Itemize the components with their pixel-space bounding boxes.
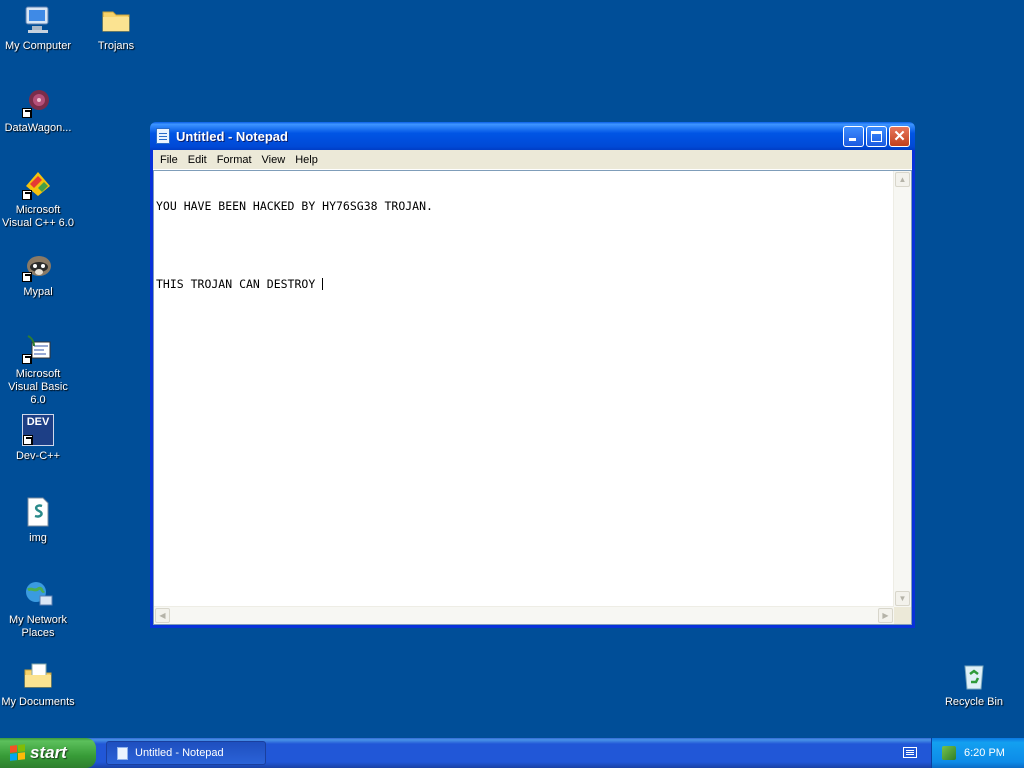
desktop-icon-my-computer[interactable]: My Computer [0,4,76,53]
desktop-icon-label: My Documents [1,696,75,708]
visual-cpp-icon [22,168,54,200]
desktop-icon-label: My Network Places [8,614,68,639]
window-controls: ✕ [843,126,910,147]
horizontal-scrollbar[interactable]: ◀ ▶ [154,606,894,624]
notepad-icon [117,746,128,760]
desktop-icon-img[interactable]: img [0,496,76,545]
maximize-icon [871,131,882,142]
scroll-right-button[interactable]: ▶ [878,608,893,623]
shortcut-arrow-icon [22,108,32,118]
text-editor[interactable]: YOU HAVE BEEN HACKED BY HY76SG38 TROJAN.… [153,170,912,625]
window-title: Untitled - Notepad [176,128,288,144]
notepad-window[interactable]: Untitled - Notepad ✕ File Edit Format Vi… [150,122,915,628]
system-tray: 6:20 PM [931,738,1024,768]
desktop-icon-label: DataWagon... [4,122,72,134]
text-line: THIS TROJAN CAN DESTROY [156,277,323,291]
datawagon-icon [22,86,54,118]
desktop-icon-dev-cpp[interactable]: DEV Dev-C++ [0,414,76,463]
desktop-icon-label: Microsoft Visual Basic 6.0 [8,368,68,406]
shortcut-arrow-icon [22,190,32,200]
scroll-down-button[interactable]: ▼ [895,591,910,606]
text-line-with-caret: THIS TROJAN CAN DESTROY [156,278,892,291]
network-places-icon [22,578,54,610]
size-grip[interactable] [894,607,911,624]
desktop-icon-label: img [29,532,47,544]
desktop-icon-label: Recycle Bin [944,696,1004,708]
menu-help[interactable]: Help [290,154,323,166]
desktop-icon-label: Mypal [23,286,53,298]
menu-bar: File Edit Format View Help [153,150,912,170]
desktop-icon-visual-cpp[interactable]: Microsoft Visual C++ 6.0 [0,168,76,230]
menu-file[interactable]: File [155,154,183,166]
close-icon: ✕ [893,128,906,145]
taskbar: start Untitled - Notepad 6:20 PM [0,738,1024,768]
desktop-icon-my-documents[interactable]: My Documents [0,660,76,709]
desktop-icon-trojans-folder[interactable]: Trojans [78,4,154,53]
taskbar-button-label: Untitled - Notepad [135,747,224,759]
my-computer-icon [22,4,54,36]
recycle-bin-icon [958,660,990,692]
notepad-icon [156,128,170,144]
close-button[interactable]: ✕ [889,126,910,147]
desktop: { "desktop": { "icons": [ {"label": "My … [0,0,1024,768]
dev-cpp-icon: DEV [22,414,54,446]
desktop-icon-visual-basic[interactable]: Microsoft Visual Basic 6.0 [0,332,76,407]
text-area[interactable]: YOU HAVE BEEN HACKED BY HY76SG38 TROJAN.… [154,171,894,607]
menu-edit[interactable]: Edit [183,154,212,166]
start-button[interactable]: start [0,738,96,768]
maximize-button[interactable] [866,126,887,147]
scroll-up-button[interactable]: ▲ [895,172,910,187]
notepad-titlebar[interactable]: Untitled - Notepad ✕ [150,122,915,150]
keyboard-icon[interactable] [903,747,917,758]
shortcut-arrow-icon [22,272,32,282]
clock[interactable]: 6:20 PM [964,747,1005,759]
desktop-icon-datawagon[interactable]: DataWagon... [0,86,76,135]
text-line: YOU HAVE BEEN HACKED BY HY76SG38 TROJAN. [156,199,433,213]
windows-logo-icon [10,744,26,762]
mypal-icon [22,250,54,282]
desktop-icon-label: Dev-C++ [15,450,61,462]
img-file-icon [22,496,54,528]
shortcut-arrow-icon [22,354,32,364]
shortcut-arrow-icon [23,435,33,445]
my-documents-icon [22,660,54,692]
desktop-icon-label: My Computer [4,40,72,52]
network-tray-icon[interactable] [942,746,956,760]
menu-format[interactable]: Format [212,154,257,166]
scroll-left-button[interactable]: ◀ [155,608,170,623]
minimize-icon [849,138,856,141]
dev-cpp-badge: DEV [26,416,50,428]
start-label: start [30,743,67,762]
desktop-icon-mypal[interactable]: Mypal [0,250,76,299]
menu-view[interactable]: View [257,154,291,166]
vertical-scrollbar[interactable]: ▲ ▼ [893,171,911,607]
text-line [156,239,892,252]
minimize-button[interactable] [843,126,864,147]
text-caret [322,278,324,290]
desktop-icon-label: Trojans [97,40,135,52]
folder-icon [100,4,132,36]
desktop-icon-network-places[interactable]: My Network Places [0,578,76,640]
desktop-icon-recycle-bin[interactable]: Recycle Bin [936,660,1012,709]
visual-basic-icon [22,332,54,364]
desktop-icon-label: Microsoft Visual C++ 6.0 [2,204,74,229]
taskbar-button-notepad[interactable]: Untitled - Notepad [106,741,266,765]
